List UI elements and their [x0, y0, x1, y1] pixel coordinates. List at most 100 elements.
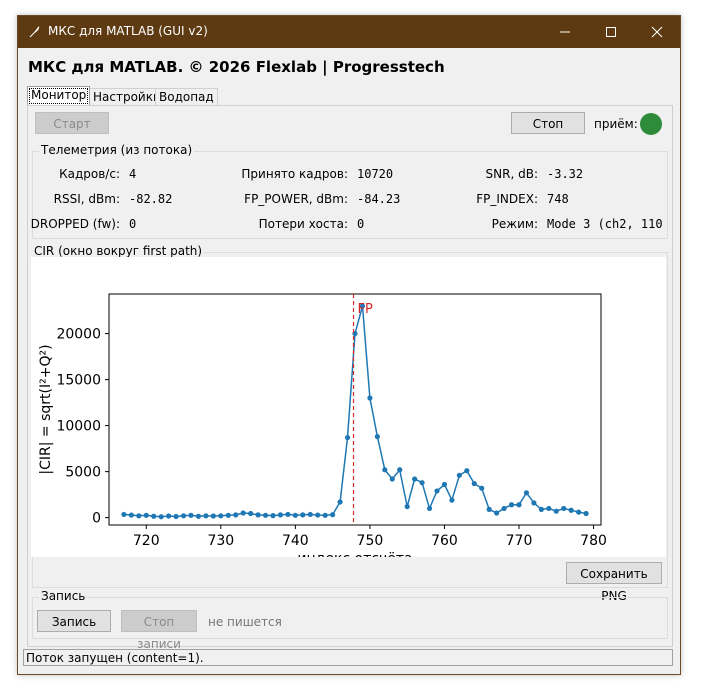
- host-loss-value: 0: [357, 217, 365, 231]
- tab-settings[interactable]: Настройки: [89, 88, 165, 106]
- snr-label: SNR, dB:: [485, 167, 538, 181]
- snr-value: -3.32: [547, 167, 584, 181]
- fp-index-label: FP_INDEX:: [476, 192, 538, 206]
- record-status: не пишется: [208, 615, 282, 629]
- frames-received-value: 10720: [357, 167, 394, 181]
- cir-chart: 720 730 740 750 760 770 780 0 5000 10000 15000 2000…: [38, 293, 607, 557]
- cir-data-point: [412, 476, 418, 482]
- tab-monitor[interactable]: Монитор: [27, 86, 91, 106]
- cir-data-point: [337, 499, 343, 505]
- cir-data-point: [367, 395, 373, 401]
- y-tick-label: 20000: [56, 327, 101, 343]
- cir-data-point: [583, 510, 589, 517]
- cir-data-point: [501, 505, 507, 512]
- rssi-label: RSSI, dBm:: [53, 192, 120, 206]
- cir-data-point: [404, 503, 410, 510]
- tab-waterfall[interactable]: Водопад: [155, 88, 218, 106]
- cir-data-point: [136, 513, 142, 519]
- cir-data-point: [188, 512, 194, 518]
- maximize-button[interactable]: [588, 16, 634, 48]
- cir-plot: 720 730 740 750 760 770 780 0 5000 10000 15000 2000…: [31, 257, 666, 557]
- x-tick-label: 740: [282, 533, 309, 549]
- feather-icon: [29, 26, 40, 38]
- cir-data-point: [262, 512, 269, 518]
- cir-data-point: [471, 480, 477, 487]
- dropped-label: DROPPED (fw):: [30, 217, 120, 231]
- frames-per-sec-value: 4: [129, 167, 137, 181]
- minimize-button[interactable]: [542, 16, 588, 48]
- cir-data-point: [210, 513, 216, 519]
- cir-data-point: [449, 497, 455, 503]
- cir-data-point: [389, 476, 395, 482]
- cir-data-point: [248, 510, 254, 517]
- cir-data-point: [240, 510, 246, 516]
- cir-data-point: [419, 480, 425, 486]
- stop-button[interactable]: Стоп: [511, 112, 585, 134]
- fp-power-label: FP_POWER, dBm:: [244, 192, 348, 206]
- first-path-marker-label: FP: [358, 302, 373, 317]
- window-title: МКС для MATLAB (GUI v2): [48, 24, 208, 38]
- cir-data-point: [397, 467, 403, 473]
- rssi-value: -82.82: [129, 192, 173, 206]
- status-bar: Поток запущен (content=1).: [23, 649, 673, 666]
- cir-data-point: [143, 512, 149, 518]
- record-title: Запись: [39, 589, 88, 603]
- cir-data-point: [576, 509, 582, 515]
- cir-data-point: [479, 485, 485, 491]
- cir-data-point: [546, 505, 552, 512]
- cir-data-point: [203, 513, 209, 519]
- cir-data-point: [538, 506, 544, 512]
- y-tick-label: 10000: [56, 419, 101, 435]
- cir-data-point: [553, 508, 559, 514]
- dropped-value: 0: [129, 217, 137, 231]
- frames-received-label: Принято кадров:: [241, 167, 348, 181]
- cir-data-point: [151, 513, 157, 519]
- cir-data-point: [508, 502, 515, 508]
- fp-index-value: 748: [547, 192, 569, 206]
- x-tick-label: 770: [506, 533, 533, 549]
- cir-data-point: [330, 512, 336, 518]
- fp-power-value: -84.23: [357, 192, 401, 206]
- cir-data-point: [322, 512, 328, 518]
- cir-data-point: [128, 512, 134, 518]
- cir-data-point: [568, 507, 574, 513]
- telemetry-title: Телеметрия (из потока): [39, 143, 195, 157]
- cir-data-point: [300, 512, 306, 518]
- mode-label: Режим:: [491, 217, 538, 231]
- cir-data-point: [315, 512, 321, 518]
- cir-data-point: [374, 434, 380, 440]
- cir-data-point: [464, 468, 470, 474]
- cir-title: CIR (окно вокруг first path): [32, 244, 205, 258]
- start-button[interactable]: Старт: [35, 112, 109, 134]
- cir-data-point: [426, 505, 433, 512]
- host-loss-label: Потери хоста:: [258, 217, 348, 231]
- mode-value: Mode 3 (ch2, 110: [547, 217, 663, 231]
- cir-data-point: [344, 434, 351, 441]
- x-tick-label: 780: [580, 533, 607, 549]
- cir-data-point: [441, 481, 448, 488]
- cir-data-point: [158, 514, 164, 520]
- rx-indicator: [640, 113, 662, 135]
- y-axis-label: |CIR| = sqrt(I²+Q²): [38, 344, 54, 474]
- x-tick-label: 730: [207, 533, 234, 549]
- maximize-icon: [606, 27, 616, 37]
- cir-data-point: [233, 512, 239, 518]
- close-button[interactable]: [634, 16, 680, 48]
- x-tick-label: 720: [133, 533, 160, 549]
- y-tick-label: 15000: [56, 373, 101, 389]
- cir-data-point: [456, 472, 462, 478]
- cir-data-point: [494, 510, 500, 516]
- stop-record-button[interactable]: Стоп записи: [121, 610, 197, 651]
- y-tick-label: 0: [92, 511, 101, 527]
- save-png-button[interactable]: Сохранить PNG: [566, 562, 662, 603]
- title-bar[interactable]: МКС для MATLAB (GUI v2): [18, 16, 680, 48]
- cir-data-point: [180, 513, 187, 519]
- x-tick-label: 750: [357, 533, 384, 549]
- y-tick-label: 5000: [65, 465, 101, 481]
- record-button[interactable]: Запись: [37, 610, 111, 632]
- cir-data-point: [434, 488, 440, 494]
- cir-data-point: [195, 513, 202, 519]
- x-tick-label: 760: [431, 533, 458, 549]
- cir-data-point: [561, 505, 567, 512]
- cir-data-point: [255, 512, 261, 518]
